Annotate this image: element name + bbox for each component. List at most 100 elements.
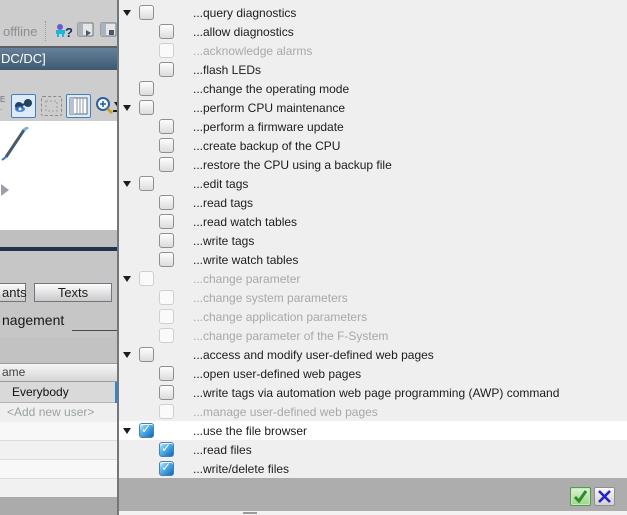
permission-checkbox[interactable] (159, 385, 174, 400)
permission-row[interactable]: ...edit tags (119, 174, 627, 193)
permission-checkbox[interactable] (159, 252, 174, 267)
screen: offline ? DC/DC] E . ants Texts nagement… (0, 0, 627, 515)
window-stop-icon[interactable] (100, 22, 117, 44)
permission-tree: ...query diagnostics ...allow diagnostics… (119, 0, 627, 478)
access-permissions-panel: ...query diagnostics ...allow diagnostics… (119, 0, 627, 515)
permission-row[interactable]: ...change application parameters (119, 307, 627, 326)
permission-label: ...use the file browser (193, 424, 308, 438)
permission-row[interactable]: ...query diagnostics (119, 3, 627, 22)
permission-row[interactable]: ✓ ...write/delete files (119, 459, 627, 478)
expand-arrow-icon[interactable] (123, 276, 131, 282)
permission-row[interactable]: ...manage user-defined web pages (119, 402, 627, 421)
permission-checkbox[interactable] (159, 62, 174, 77)
permission-row[interactable]: ...create backup of the CPU (119, 136, 627, 155)
column-view-icon[interactable] (66, 94, 91, 118)
permission-row[interactable]: ...change the operating mode (119, 79, 627, 98)
go-offline-label[interactable]: offline (3, 24, 37, 39)
user-name: Everybody (12, 385, 69, 399)
permission-checkbox[interactable] (159, 366, 174, 381)
empty-table-row[interactable] (0, 479, 117, 498)
permission-label: ...query diagnostics (193, 6, 297, 20)
permission-row[interactable]: ...access and modify user-defined web pa… (119, 345, 627, 364)
empty-table-row[interactable] (0, 422, 117, 441)
bottom-strip (119, 511, 627, 515)
permission-checkbox (159, 309, 174, 324)
permission-checkbox[interactable] (159, 195, 174, 210)
device-title: DC/DC] (1, 51, 46, 66)
permission-row[interactable]: ...open user-defined web pages (119, 364, 627, 383)
permission-row[interactable]: ...perform CPU maintenance (119, 98, 627, 117)
divider-band (0, 337, 117, 363)
permission-checkbox[interactable] (159, 119, 174, 134)
permission-checkbox[interactable] (139, 347, 154, 362)
permission-checkbox (159, 43, 174, 58)
permission-label: ...perform CPU maintenance (193, 101, 346, 115)
permission-row[interactable]: ...read tags (119, 193, 627, 212)
tab-constants[interactable]: ants (0, 283, 27, 302)
permission-checkbox[interactable] (159, 24, 174, 39)
expand-arrow-icon[interactable] (123, 428, 131, 434)
expand-arrow-icon[interactable] (123, 105, 131, 111)
permission-row[interactable]: ...allow diagnostics (119, 22, 627, 41)
permission-row[interactable]: ...write tags (119, 231, 627, 250)
expand-arrow-icon[interactable] (123, 352, 131, 358)
permission-checkbox[interactable] (139, 176, 154, 191)
permission-row[interactable]: ...perform a firmware update (119, 117, 627, 136)
permission-checkbox[interactable] (139, 100, 154, 115)
add-new-user-label: <Add new user> (7, 405, 95, 419)
permission-label: ...flash LEDs (193, 63, 262, 77)
permission-checkbox (159, 404, 174, 419)
section-header-band: nagement (0, 303, 117, 337)
glasses-icon[interactable] (11, 94, 36, 118)
permission-label: ...manage user-defined web pages (193, 405, 378, 419)
pen-fragment-icon (1, 127, 29, 161)
permission-row[interactable]: ✓ ...use the file browser (119, 421, 627, 440)
permission-checkbox[interactable] (139, 5, 154, 20)
permission-checkbox[interactable] (159, 233, 174, 248)
permission-checkbox[interactable]: ✓ (159, 441, 174, 457)
tab-texts[interactable]: Texts (34, 283, 112, 302)
permission-row[interactable]: ...flash LEDs (119, 60, 627, 79)
ok-button[interactable] (570, 487, 591, 506)
checkmark-icon: ✓ (161, 460, 172, 474)
left-panel: offline ? DC/DC] E . ants Texts nagement… (0, 0, 117, 515)
user-row-everybody[interactable]: Everybody (0, 382, 117, 403)
section-title: nagement (2, 312, 65, 328)
permission-row[interactable]: ...change system parameters (119, 288, 627, 307)
splitter-handle[interactable] (243, 512, 257, 514)
permission-row[interactable]: ...acknowledge alarms (119, 41, 627, 60)
permission-checkbox[interactable] (159, 157, 174, 172)
permission-checkbox[interactable]: ✓ (139, 422, 154, 438)
permission-checkbox[interactable]: ✓ (159, 460, 174, 476)
empty-table-row[interactable] (0, 460, 117, 479)
empty-table-row[interactable] (0, 441, 117, 460)
permission-row[interactable]: ✓ ...read files (119, 440, 627, 459)
permission-row[interactable]: ...write watch tables (119, 250, 627, 269)
permission-label: ...change the operating mode (193, 82, 350, 96)
permission-checkbox[interactable] (159, 138, 174, 153)
permission-row[interactable]: ...change parameter of the F-System (119, 326, 627, 345)
divider-band (0, 251, 117, 283)
permission-checkbox[interactable] (159, 214, 174, 229)
divider-band (0, 230, 117, 247)
expand-arrow-icon[interactable] (123, 10, 131, 16)
permission-row[interactable]: ...read watch tables (119, 212, 627, 231)
main-toolbar: offline ? (0, 17, 117, 46)
expand-arrow-icon[interactable] (123, 181, 131, 187)
permission-label: ...allow diagnostics (193, 25, 294, 39)
dashed-grid-icon[interactable] (41, 96, 62, 116)
svg-text:?: ? (65, 25, 73, 40)
user-question-icon[interactable]: ? (53, 21, 73, 47)
permission-label: ...access and modify user-defined web pa… (193, 348, 434, 362)
permission-row[interactable]: ...write tags via automation web page pr… (119, 383, 627, 402)
toolbar-fragment: E. (0, 95, 6, 112)
permission-row[interactable]: ...restore the CPU using a backup file (119, 155, 627, 174)
editor-canvas (0, 121, 117, 230)
cancel-button[interactable] (594, 487, 615, 506)
user-row-add-new[interactable]: <Add new user> (0, 403, 117, 422)
permission-label: ...perform a firmware update (193, 120, 344, 134)
collapsed-arrow-icon[interactable] (1, 184, 9, 196)
permission-checkbox[interactable] (139, 81, 154, 96)
window-start-icon[interactable] (77, 22, 96, 44)
permission-row[interactable]: ...change parameter (119, 269, 627, 288)
